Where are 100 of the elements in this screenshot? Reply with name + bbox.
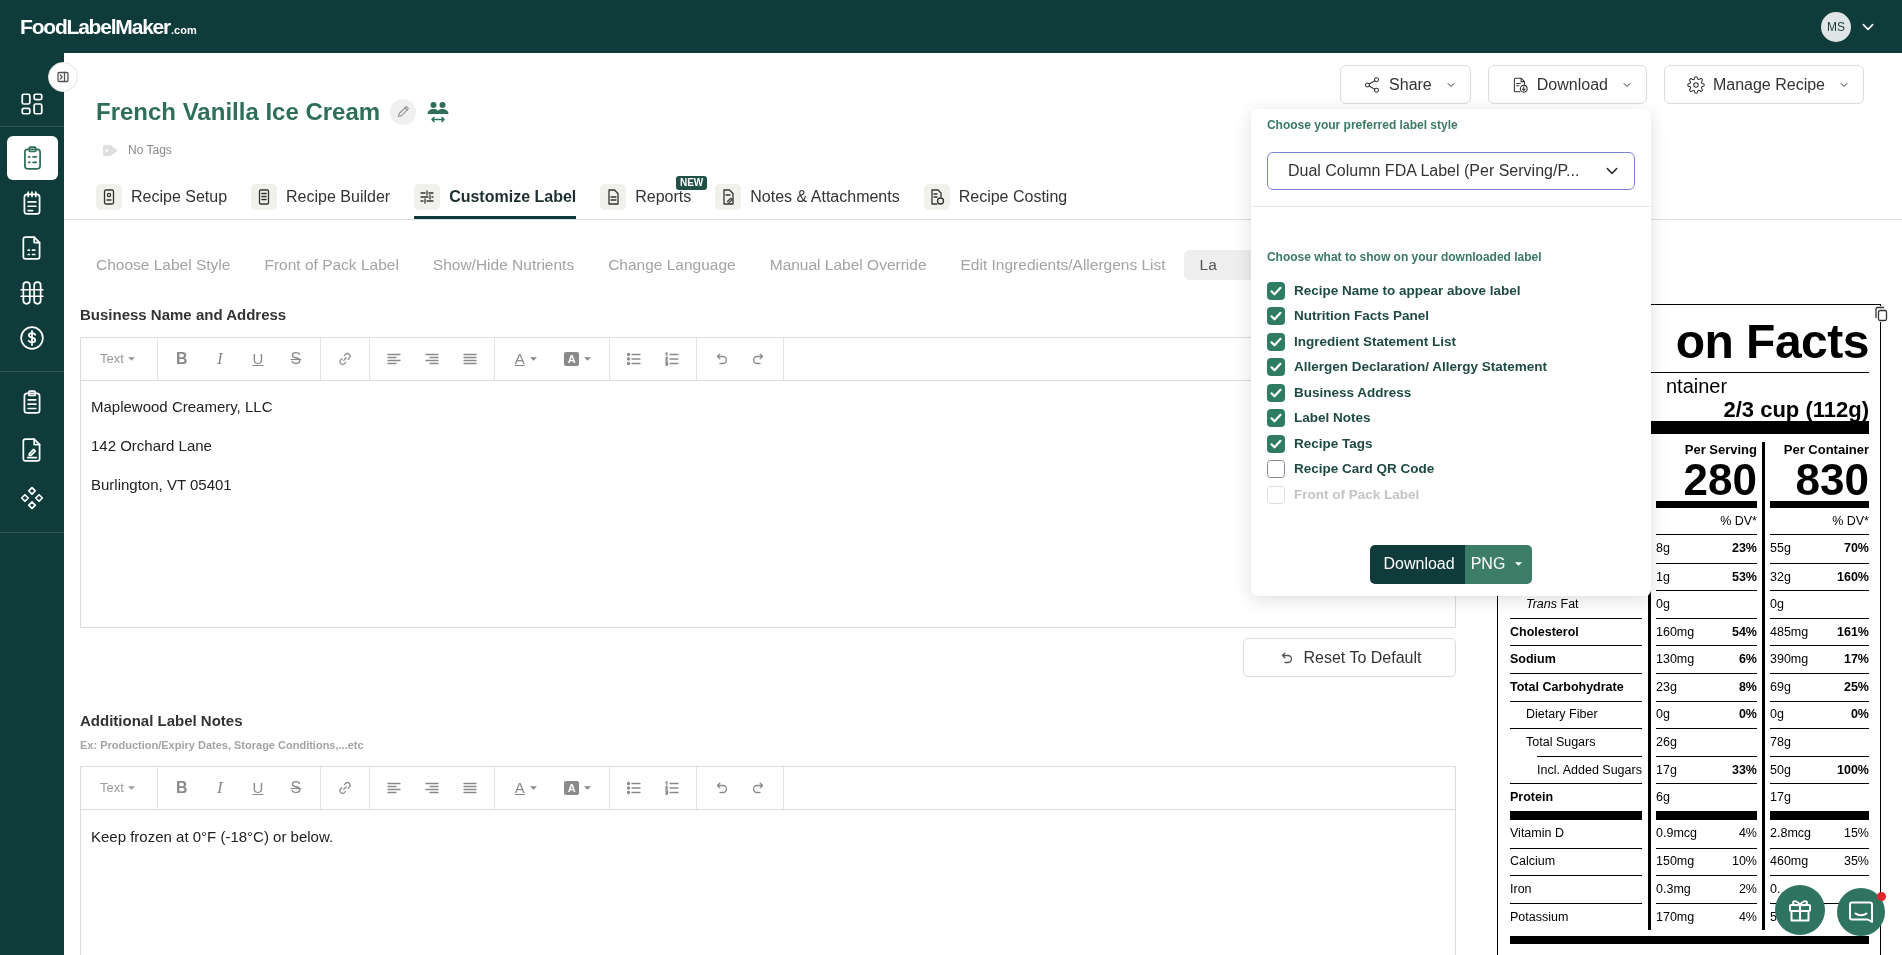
highlight-button[interactable]: A	[554, 774, 601, 802]
format-dropdown[interactable]: PNG	[1464, 544, 1533, 584]
copy-icon[interactable]	[1874, 306, 1888, 322]
nutrient-name: Protein	[1510, 789, 1554, 807]
bold-button[interactable]: B	[165, 774, 198, 802]
dashboard-icon[interactable]	[19, 90, 45, 117]
align-left-icon[interactable]	[385, 780, 402, 796]
justify-icon[interactable]	[461, 351, 478, 367]
checkbox[interactable]	[1266, 358, 1285, 377]
subtab[interactable]: Choose Label Style	[80, 250, 247, 280]
chat-icon[interactable]	[1837, 888, 1885, 936]
link-icon[interactable]	[336, 780, 353, 796]
checkbox[interactable]	[1266, 281, 1285, 300]
checkbox-label: Label Notes	[1293, 409, 1371, 428]
italic-button[interactable]: I	[203, 774, 236, 802]
nutrient-amount: 0.3mg	[1656, 881, 1691, 899]
nutrient-amount: 150mg	[1656, 853, 1695, 871]
bullet-list-icon[interactable]	[625, 780, 642, 796]
nutrient-name: Calcium	[1510, 853, 1556, 871]
bullet-list-icon[interactable]	[625, 351, 642, 367]
clipboard-icon[interactable]	[6, 135, 58, 180]
caret-icon[interactable]	[529, 357, 537, 361]
checkbox[interactable]	[1266, 332, 1285, 351]
nutrient-amount: 0.9mcg	[1656, 825, 1697, 843]
checkbox[interactable]	[1266, 409, 1285, 428]
reset-button[interactable]: Reset To Default	[1243, 638, 1456, 677]
download-button[interactable]: Download	[1369, 544, 1465, 584]
align-right-icon[interactable]	[423, 780, 440, 796]
nutrient-amount: 17g	[1656, 761, 1677, 779]
checkbox[interactable]	[1266, 383, 1285, 402]
highlight-button[interactable]: A	[554, 345, 601, 373]
text-style-dropdown[interactable]: Text	[100, 349, 135, 369]
subtab[interactable]: Show/Hide Nutrients	[416, 250, 591, 280]
diamonds-icon[interactable]	[19, 485, 45, 511]
menu-button[interactable]: Download	[1487, 65, 1647, 104]
tab[interactable]: Recipe Setup	[96, 181, 228, 219]
nutrient-amount: 170mg	[1656, 908, 1695, 926]
nutrient-name: Trans Fat	[1525, 596, 1579, 614]
justify-icon[interactable]	[461, 780, 478, 796]
nutrient-amount: 160mg	[1656, 623, 1695, 641]
label-style-select[interactable]: Dual Column FDA Label (Per Serving/P...	[1266, 152, 1635, 190]
user-avatar[interactable]: MS	[1821, 11, 1851, 42]
document-coin-icon	[923, 183, 950, 210]
menu-button[interactable]: Share	[1340, 65, 1471, 104]
tab[interactable]: Customize Label	[414, 181, 577, 219]
daily-value: 35%	[1843, 853, 1869, 871]
editor-field[interactable]: Keep frozen at 0°F (-18°C) or below.	[81, 810, 1455, 955]
checkbox[interactable]	[1266, 307, 1285, 326]
font-color-button[interactable]: A	[502, 345, 549, 373]
text-style-dropdown[interactable]: Text	[100, 778, 135, 798]
daily-value: 100%	[1837, 761, 1869, 779]
caret-icon[interactable]	[584, 786, 592, 790]
strikethrough-button[interactable]: S	[279, 774, 312, 802]
panel-toggle-icon[interactable]	[48, 62, 78, 92]
numbered-list-icon[interactable]	[663, 780, 680, 796]
tab[interactable]: Recipe Builder	[251, 181, 391, 219]
nutrient-amount: 130mg	[1656, 651, 1695, 669]
caret-icon[interactable]	[584, 357, 592, 361]
underline-button[interactable]: U	[241, 345, 274, 373]
pencil-icon[interactable]	[390, 99, 417, 125]
subtab[interactable]: Front of Pack Label	[248, 250, 415, 280]
nutrient-name: Sodium	[1510, 651, 1556, 669]
checkbox[interactable]	[1266, 434, 1285, 453]
caret-icon[interactable]	[1515, 562, 1523, 566]
caret-icon[interactable]	[529, 786, 537, 790]
nutrient-name: Total Carbohydrate	[1510, 678, 1624, 696]
dv-header: % DV*	[1656, 508, 1757, 535]
italic-button[interactable]: I	[203, 345, 236, 373]
tab[interactable]: Notes & Attachments	[715, 181, 900, 219]
nutrient-amount: 8g	[1656, 540, 1670, 558]
nutrient-amount: 0g	[1770, 596, 1784, 614]
daily-value: 4%	[1738, 825, 1757, 843]
link-icon[interactable]	[336, 351, 353, 367]
caret-icon[interactable]	[127, 786, 135, 790]
nutrient-amount: 390mg	[1770, 651, 1809, 669]
dollar-icon[interactable]	[19, 324, 45, 351]
columns-icon[interactable]	[19, 279, 45, 306]
subtab[interactable]: Manual Label Override	[753, 250, 943, 280]
font-color-button[interactable]: A	[502, 774, 549, 802]
bold-button[interactable]: B	[165, 345, 198, 373]
subtab[interactable]: Change Language	[592, 250, 752, 280]
label-title: on Facts	[1675, 315, 1869, 368]
nutrient-amount: 26g	[1656, 734, 1677, 752]
strikethrough-button[interactable]: S	[279, 345, 312, 373]
numbered-list-icon[interactable]	[663, 351, 680, 367]
tab[interactable]: Recipe Costing	[923, 181, 1068, 219]
subtab[interactable]: Edit Ingredients/Allergens List	[944, 250, 1182, 280]
align-left-icon[interactable]	[385, 351, 402, 367]
checkbox-label: Recipe Card QR Code	[1293, 460, 1435, 479]
caret-icon[interactable]	[127, 357, 135, 361]
align-right-icon[interactable]	[423, 351, 440, 367]
people-icon[interactable]	[426, 100, 451, 124]
underline-button[interactable]: U	[241, 774, 274, 802]
document-clip-icon	[715, 183, 742, 210]
daily-value: 161%	[1837, 623, 1869, 641]
checkbox[interactable]	[1266, 460, 1285, 479]
editor-text: Burlington, VT 05401	[91, 475, 232, 495]
editor-text: Maplewood Creamery, LLC	[91, 397, 273, 417]
menu-button[interactable]: Manage Recipe	[1663, 65, 1864, 104]
checkbox-label: Ingredient Statement List	[1293, 332, 1456, 351]
